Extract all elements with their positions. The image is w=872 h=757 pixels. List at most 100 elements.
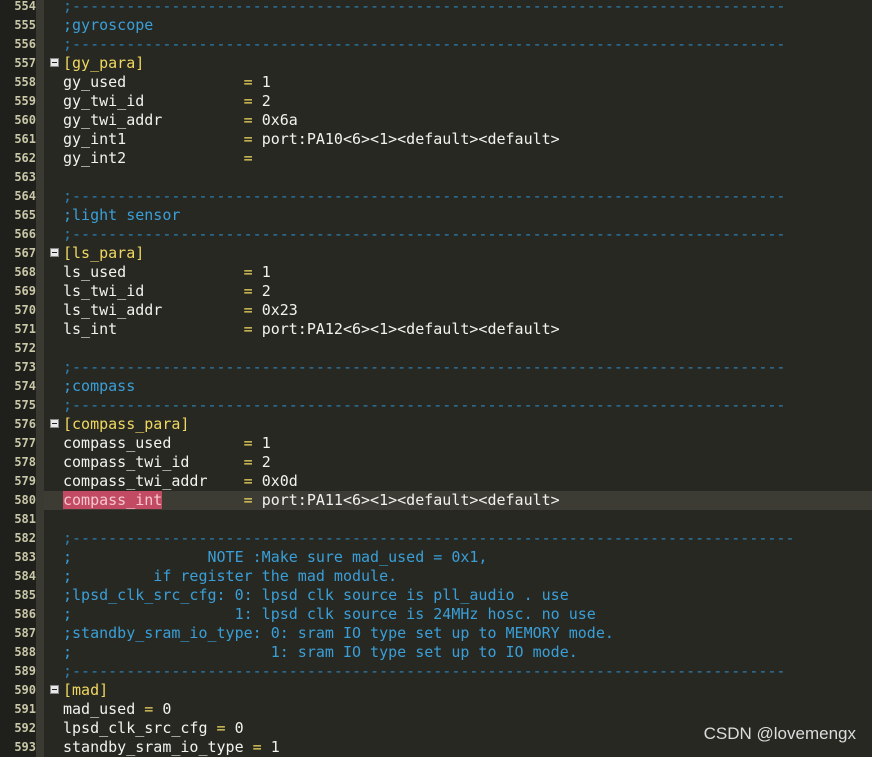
comment-text: ; if register the mad module. [63,567,398,585]
code-line[interactable]: 555 ;gyroscope [0,16,872,35]
code-text: mad_used = 0 [63,700,171,719]
code-line[interactable]: 574 ;compass [0,377,872,396]
equals-operator: = [243,92,253,110]
code-text: ls_twi_addr = 0x23 [63,301,298,320]
line-number: 565 [0,206,36,225]
code-line[interactable]: 554 ;------------------------------------… [0,0,872,16]
config-key: compass_twi_addr [63,472,208,490]
code-editor[interactable]: 554 ;------------------------------------… [0,0,872,757]
code-text: ls_twi_id = 2 [63,282,271,301]
config-key: gy_twi_id [63,92,145,110]
code-line[interactable]: 582 ;------------------------------------… [0,529,872,548]
code-line[interactable]: 586 ; 1: lpsd clk source is 24MHz hosc. n… [0,605,872,624]
line-number: 569 [0,282,36,301]
code-line[interactable]: 584 ; if register the mad module. [0,567,872,586]
line-number: 585 [0,586,36,605]
code-text: ; 1: lpsd clk source is 24MHz hosc. no u… [63,605,596,624]
code-text: gy_int2 = [63,149,262,168]
line-number: 566 [0,225,36,244]
line-number: 589 [0,662,36,681]
equals-operator: = [243,149,253,167]
code-line[interactable]: 573 ;------------------------------------… [0,358,872,377]
code-line[interactable]: 587 ;standby_sram_io_type: 0: sram IO typ… [0,624,872,643]
code-line[interactable]: 578 compass_twi_id = 2 [0,453,872,472]
config-value: 2 [261,453,271,471]
code-text: standby_sram_io_type = 1 [63,738,280,757]
code-line[interactable]: 585 ;lpsd_clk_src_cfg: 0: lpsd clk source… [0,586,872,605]
line-number: 564 [0,187,36,206]
config-key: gy_int1 [63,130,127,148]
line-number: 593 [0,738,36,757]
code-line[interactable]: 560 gy_twi_addr = 0x6a [0,111,872,130]
comment-text: ;standby_sram_io_type: 0: sram IO type s… [63,624,614,642]
code-line[interactable]: 557 [gy_para] [0,54,872,73]
config-key: compass_twi_id [63,453,190,471]
code-line[interactable]: 565 ;light sensor [0,206,872,225]
fold-toggle-icon[interactable] [50,419,59,428]
equals-operator: = [216,719,226,737]
code-line[interactable]: 561 gy_int1 = port:PA10<6><1><default><de… [0,130,872,149]
code-line[interactable]: 570 ls_twi_addr = 0x23 [0,301,872,320]
comment-text: ;compass [63,377,136,395]
code-line[interactable]: 576 [compass_para] [0,415,872,434]
line-number: 555 [0,16,36,35]
fold-margin [36,681,44,700]
comment-divider: ;---------------------------------------… [63,35,786,53]
code-line[interactable]: 588 ; 1: sram IO type set up to IO mode. [0,643,872,662]
line-number: 590 [0,681,36,700]
config-key: ls_twi_id [63,282,145,300]
config-key: mad_used [63,700,136,718]
code-line[interactable]: 563 [0,168,872,187]
line-number: 563 [0,168,36,187]
code-line[interactable]: 568 ls_used = 1 [0,263,872,282]
code-text: ls_int = port:PA12<6><1><default><defaul… [63,320,560,339]
code-line[interactable]: 571 ls_int = port:PA12<6><1><default><def… [0,320,872,339]
fold-margin [36,377,44,396]
fold-margin [36,35,44,54]
fold-toggle-icon[interactable] [50,685,59,694]
config-value: 1 [270,738,280,756]
fold-margin [36,491,44,510]
fold-toggle-icon[interactable] [50,58,59,67]
fold-margin [36,0,44,16]
code-line[interactable]: 558 gy_used = 1 [0,73,872,92]
code-line[interactable]: 559 gy_twi_id = 2 [0,92,872,111]
fold-toggle-icon[interactable] [50,248,59,257]
config-key: standby_sram_io_type [63,738,244,756]
code-line[interactable]: 577 compass_used = 1 [0,434,872,453]
code-line[interactable]: 591 mad_used = 0 [0,700,872,719]
config-value: 0x23 [261,301,298,319]
code-line[interactable]: 575 ;------------------------------------… [0,396,872,415]
fold-margin [36,16,44,35]
code-line[interactable]: 572 [0,339,872,358]
section-header: [compass_para] [63,415,190,433]
config-value: 0x0d [261,472,298,490]
line-number: 582 [0,529,36,548]
code-line[interactable]: 567 [ls_para] [0,244,872,263]
code-line[interactable]: 556 ;------------------------------------… [0,35,872,54]
code-line[interactable]: 589 ;------------------------------------… [0,662,872,681]
fold-margin [36,282,44,301]
code-line[interactable]: 579 compass_twi_addr = 0x0d [0,472,872,491]
code-line[interactable]: 566 ;------------------------------------… [0,225,872,244]
equals-operator: = [243,453,253,471]
fold-margin [36,510,44,529]
fold-margin [36,263,44,282]
code-line[interactable]: 590 [mad] [0,681,872,700]
code-line[interactable]: 562 gy_int2 = [0,149,872,168]
code-line[interactable]: 564 ;------------------------------------… [0,187,872,206]
code-text: ;standby_sram_io_type: 0: sram IO type s… [63,624,614,643]
config-key: gy_int2 [63,149,127,167]
line-number: 560 [0,111,36,130]
equals-operator: = [243,130,253,148]
fold-margin [36,54,44,73]
section-header: [gy_para] [63,54,145,72]
code-line[interactable]: 583 ; NOTE :Make sure mad_used = 0x1, [0,548,872,567]
fold-margin [36,719,44,738]
line-number: 583 [0,548,36,567]
code-line[interactable]: 569 ls_twi_id = 2 [0,282,872,301]
fold-margin [36,700,44,719]
line-number: 576 [0,415,36,434]
code-line[interactable]: 581 [0,510,872,529]
code-line[interactable]: 580 compass_int = port:PA11<6><1><default… [0,491,872,510]
